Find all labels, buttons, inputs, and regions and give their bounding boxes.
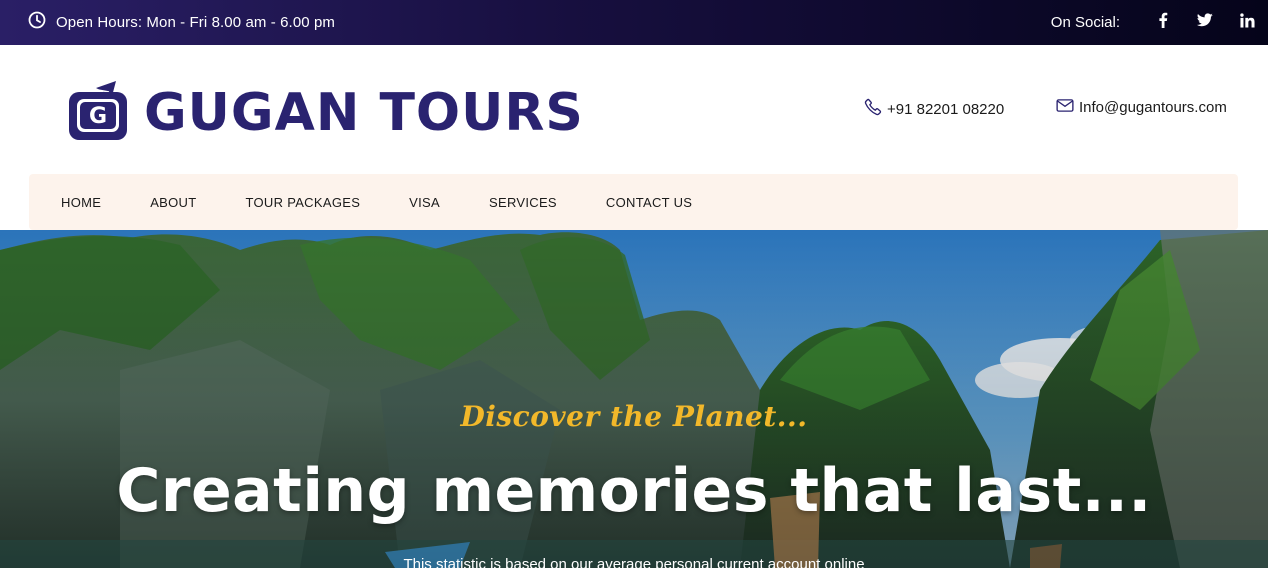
nav-item-visa[interactable]: VISA [409, 195, 440, 210]
nav-item-services[interactable]: SERVICES [489, 195, 557, 210]
main-nav: HOME ABOUT TOUR PACKAGES VISA SERVICES C… [29, 174, 1238, 230]
site-logo[interactable]: G GUGAN TOURS [66, 78, 584, 147]
mail-icon [1056, 98, 1074, 117]
facebook-icon [1158, 12, 1168, 33]
nav-item-about[interactable]: ABOUT [150, 195, 196, 210]
hero-title: Creating memories that last... [116, 456, 1152, 526]
twitter-icon [1196, 13, 1213, 32]
phone-icon [864, 98, 882, 120]
email-contact[interactable]: Info@gugantours.com [1056, 98, 1227, 117]
hero-description: This statistic is based on our average p… [403, 556, 865, 568]
open-hours-text: Open Hours: Mon - Fri 8.00 am - 6.00 pm [56, 14, 336, 31]
open-hours: Open Hours: Mon - Fri 8.00 am - 6.00 pm [28, 0, 335, 45]
phone-number: +91 82201 08220 [887, 100, 1005, 118]
hero-subtitle: Discover the Planet... [460, 400, 808, 433]
hero-banner: Discover the Planet... Creating memories… [0, 230, 1268, 568]
plane-suitcase-logo-icon: G [66, 78, 130, 147]
social-links: On Social: [1051, 0, 1268, 45]
nav-item-home[interactable]: HOME [61, 195, 101, 210]
phone-contact[interactable]: +91 82201 08220 [864, 98, 1004, 120]
clock-icon [28, 11, 46, 34]
logo-text: GUGAN TOURS [144, 82, 584, 143]
nav-item-contact-us[interactable]: CONTACT US [606, 195, 692, 210]
email-address: Info@gugantours.com [1079, 99, 1227, 116]
top-bar: Open Hours: Mon - Fri 8.00 am - 6.00 pm … [0, 0, 1268, 45]
linkedin-icon [1239, 12, 1255, 33]
nav-item-tour-packages[interactable]: TOUR PACKAGES [246, 195, 361, 210]
twitter-link[interactable] [1184, 0, 1226, 45]
facebook-link[interactable] [1142, 0, 1184, 45]
social-label: On Social: [1050, 14, 1120, 31]
svg-text:G: G [89, 104, 107, 129]
linkedin-link[interactable] [1226, 0, 1268, 45]
